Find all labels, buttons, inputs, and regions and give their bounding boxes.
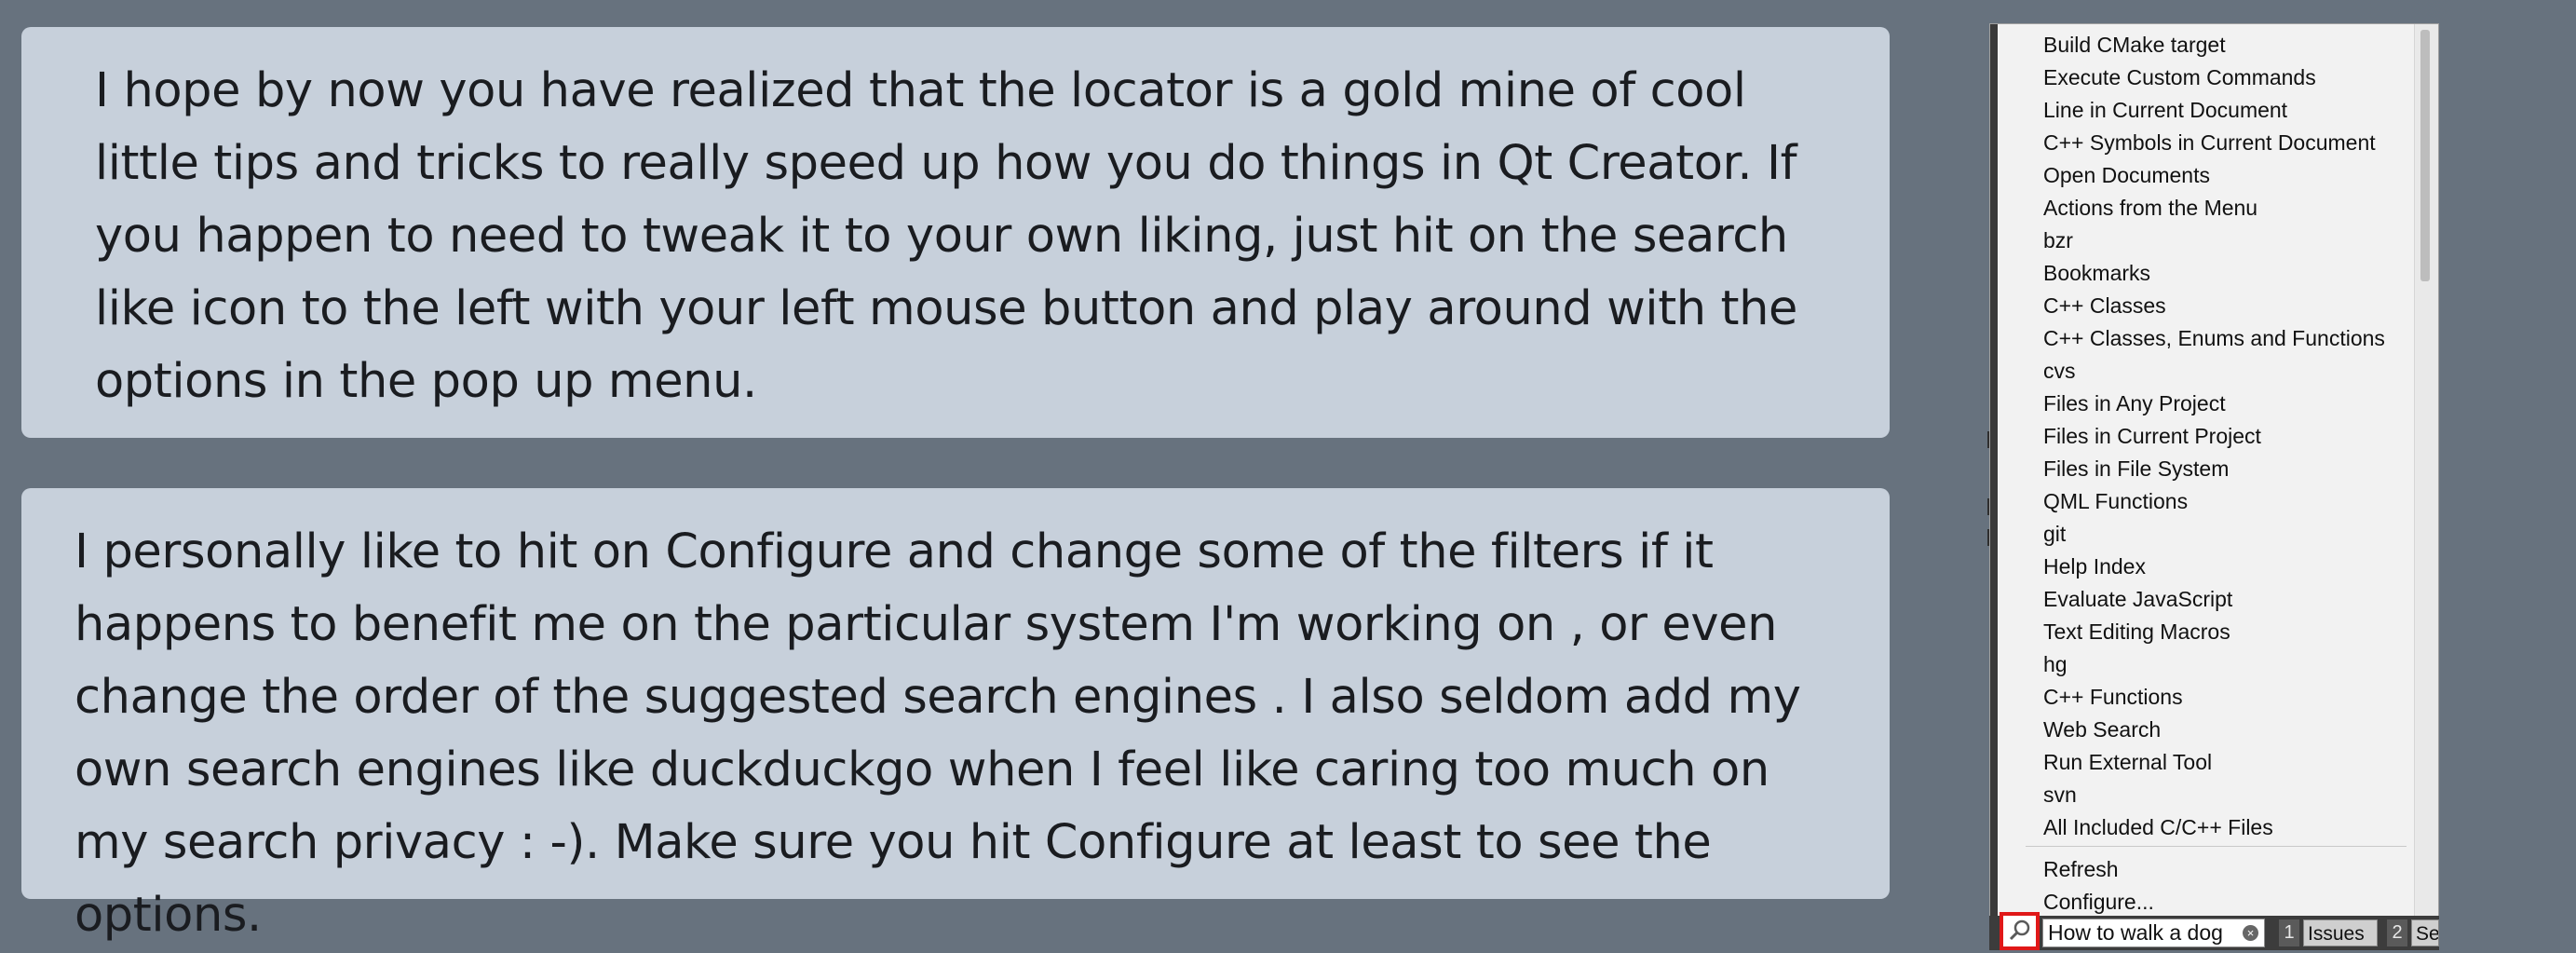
- menu-item-filter[interactable]: git: [2043, 520, 2066, 548]
- menu-item-filter[interactable]: C++ Classes, Enums and Functions: [2043, 324, 2385, 352]
- menu-left-strip: [1990, 24, 1998, 919]
- locator-filter-menu: Build CMake target Execute Custom Command…: [1989, 23, 2439, 920]
- menu-item-filter[interactable]: Files in Current Project: [2043, 422, 2261, 450]
- menu-item-filter[interactable]: Run External Tool: [2043, 748, 2212, 776]
- menu-item-filter[interactable]: Web Search: [2043, 715, 2161, 743]
- menu-item-filter[interactable]: bzr: [2043, 226, 2073, 254]
- menu-item-refresh[interactable]: Refresh: [2043, 855, 2119, 883]
- menu-item-filter[interactable]: hg: [2043, 650, 2068, 678]
- text-card-1: I hope by now you have realized that the…: [21, 27, 1890, 438]
- menu-item-filter[interactable]: C++ Symbols in Current Document: [2043, 129, 2376, 157]
- menu-item-filter[interactable]: All Included C/C++ Files: [2043, 813, 2273, 841]
- menu-item-filter[interactable]: Text Editing Macros: [2043, 618, 2230, 646]
- card-2-text: I personally like to hit on Configure an…: [75, 524, 1801, 943]
- menu-item-filter[interactable]: svn: [2043, 781, 2077, 809]
- menu-item-filter[interactable]: Actions from the Menu: [2043, 194, 2257, 222]
- issues-pane-button[interactable]: Issues: [2303, 919, 2378, 946]
- pane-number-2: 2: [2387, 919, 2407, 946]
- menu-item-filter[interactable]: Bookmarks: [2043, 259, 2150, 287]
- menu-item-filter[interactable]: C++ Classes: [2043, 292, 2166, 320]
- menu-item-configure[interactable]: Configure...: [2043, 888, 2154, 916]
- menu-item-filter[interactable]: cvs: [2043, 357, 2076, 385]
- menu-item-filter[interactable]: Line in Current Document: [2043, 96, 2287, 124]
- pane-number-1: 1: [2279, 919, 2299, 946]
- clear-icon[interactable]: ×: [2243, 925, 2258, 941]
- menu-item-filter[interactable]: Files in File System: [2043, 455, 2229, 483]
- text-card-2: I personally like to hit on Configure an…: [21, 488, 1890, 943]
- menu-item-filter[interactable]: QML Functions: [2043, 487, 2188, 515]
- menu-item-filter[interactable]: Build CMake target: [2043, 31, 2226, 59]
- menu-scrollbar[interactable]: [2414, 24, 2438, 919]
- menu-item-filter[interactable]: Execute Custom Commands: [2043, 63, 2316, 91]
- locator-search-button[interactable]: [2000, 912, 2040, 950]
- locator-input[interactable]: How to walk a dog ×: [2042, 919, 2265, 947]
- magnifier-icon: [2009, 919, 2030, 941]
- menu-separator: [2026, 846, 2407, 847]
- menu-item-filter[interactable]: Files in Any Project: [2043, 389, 2226, 417]
- search-results-pane-button[interactable]: Se: [2411, 919, 2439, 946]
- scrollbar-thumb[interactable]: [2420, 30, 2430, 281]
- menu-item-filter[interactable]: C++ Functions: [2043, 683, 2183, 711]
- menu-item-filter[interactable]: Evaluate JavaScript: [2043, 585, 2232, 613]
- menu-item-filter[interactable]: Open Documents: [2043, 161, 2210, 189]
- locator-input-value: How to walk a dog: [2048, 920, 2223, 945]
- card-1-text: I hope by now you have realized that the…: [95, 63, 1798, 409]
- menu-item-filter[interactable]: Help Index: [2043, 552, 2146, 580]
